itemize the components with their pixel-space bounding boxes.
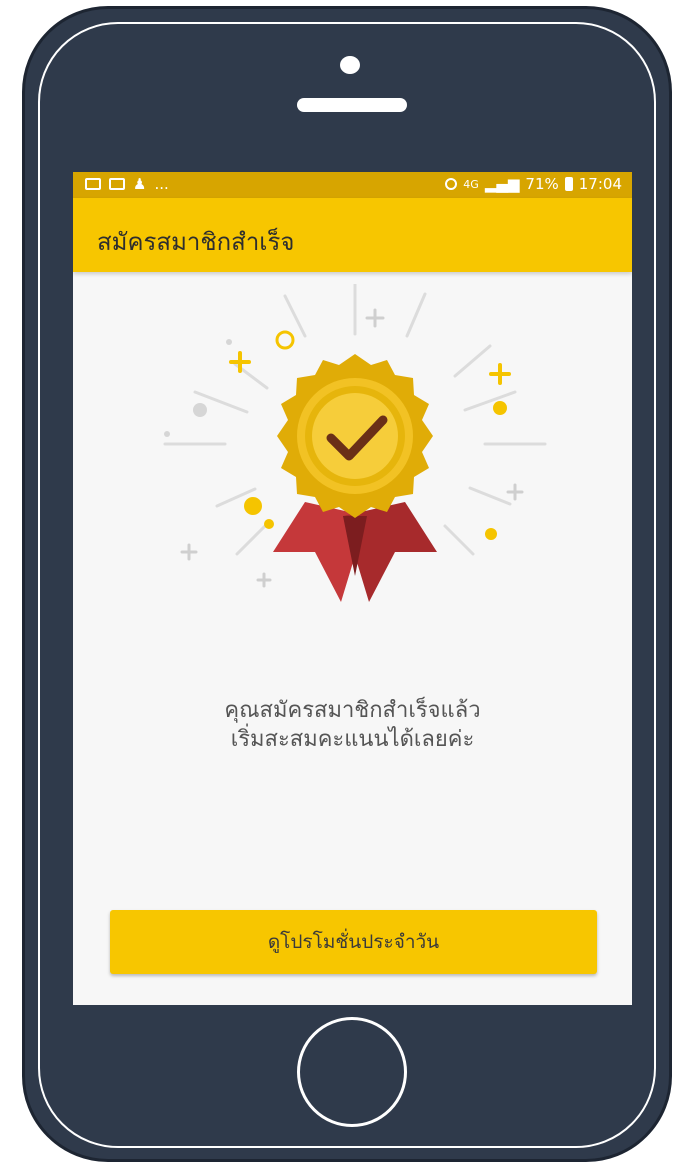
system-status: 4G ▂▄▆ 71% 17:04 — [445, 175, 622, 193]
battery-percent: 71% — [525, 175, 559, 193]
app-bar: สมัครสมาชิกสำเร็จ — [73, 198, 632, 272]
gallery-icon — [85, 178, 101, 190]
alarm-icon — [445, 178, 458, 190]
battery-icon — [564, 177, 573, 191]
home-button[interactable] — [297, 1017, 407, 1127]
success-message-line2: เริ่มสะสมคะแนนได้เลยค่ะ — [230, 727, 475, 752]
network-type: 4G — [463, 177, 479, 191]
contacts-icon: ♟ — [133, 175, 147, 193]
success-message: คุณสมัครสมาชิกสำเร็จแล้ว เริ่มสะสมคะแนนไ… — [73, 696, 632, 754]
signal-icon: ▂▄▆ — [484, 175, 520, 193]
front-camera — [340, 56, 360, 74]
app-screen: ♟ ... 4G ▂▄▆ 71% 17:04 สมัครสมาชิกสำเร็จ — [73, 172, 632, 1005]
notification-icons: ♟ ... — [85, 175, 169, 193]
mail-icon — [109, 178, 125, 190]
more-notifications: ... — [154, 175, 169, 193]
clock: 17:04 — [578, 175, 622, 193]
earpiece-speaker — [297, 98, 407, 112]
view-daily-promotion-button[interactable]: ดูโปรโมชั่นประจำวัน — [110, 910, 597, 974]
success-message-line1: คุณสมัครสมาชิกสำเร็จแล้ว — [224, 698, 481, 723]
award-medal-icon — [163, 284, 547, 602]
page-title: สมัครสมาชิกสำเร็จ — [97, 228, 295, 256]
status-bar: ♟ ... 4G ▂▄▆ 71% 17:04 — [73, 172, 632, 198]
